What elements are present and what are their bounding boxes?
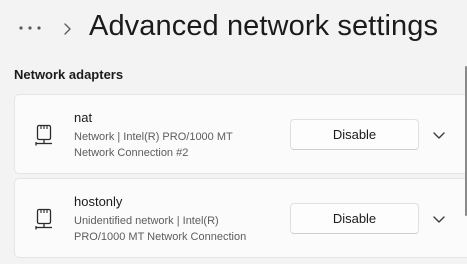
expand-adapter-button[interactable]	[427, 123, 451, 147]
expand-adapter-button[interactable]	[427, 207, 451, 231]
adapter-name: nat	[74, 110, 93, 125]
more-horizontal-icon	[19, 26, 41, 30]
chevron-down-icon	[433, 216, 445, 223]
disable-button[interactable]: Disable	[290, 119, 419, 150]
network-adapter-icon	[35, 124, 52, 146]
adapter-description: Network | Intel(R) PRO/1000 MT Network C…	[74, 129, 284, 161]
page-title: Advanced network settings	[89, 10, 439, 42]
more-options-button[interactable]	[16, 18, 44, 38]
adapter-description: Unidentified network | Intel(R) PRO/1000…	[74, 213, 284, 245]
section-heading: Network adapters	[14, 67, 124, 82]
adapter-description-line: Unidentified network | Intel(R)	[74, 215, 219, 227]
adapter-description-line: Network | Intel(R) PRO/1000 MT	[74, 131, 233, 143]
adapter-description-line: Network Connection #2	[74, 147, 189, 159]
title-bar: Advanced network settings	[0, 0, 467, 60]
adapter-description-line: PRO/1000 MT Network Connection	[74, 231, 247, 243]
adapter-card-nat[interactable]: nat Network | Intel(R) PRO/1000 MT Netwo…	[14, 94, 467, 174]
adapter-card-hostonly[interactable]: hostonly Unidentified network | Intel(R)…	[14, 178, 467, 258]
network-adapter-icon	[35, 208, 52, 230]
adapter-name: hostonly	[74, 194, 123, 209]
disable-button[interactable]: Disable	[290, 203, 419, 234]
chevron-down-icon	[433, 132, 445, 139]
chevron-right-icon	[64, 23, 71, 35]
